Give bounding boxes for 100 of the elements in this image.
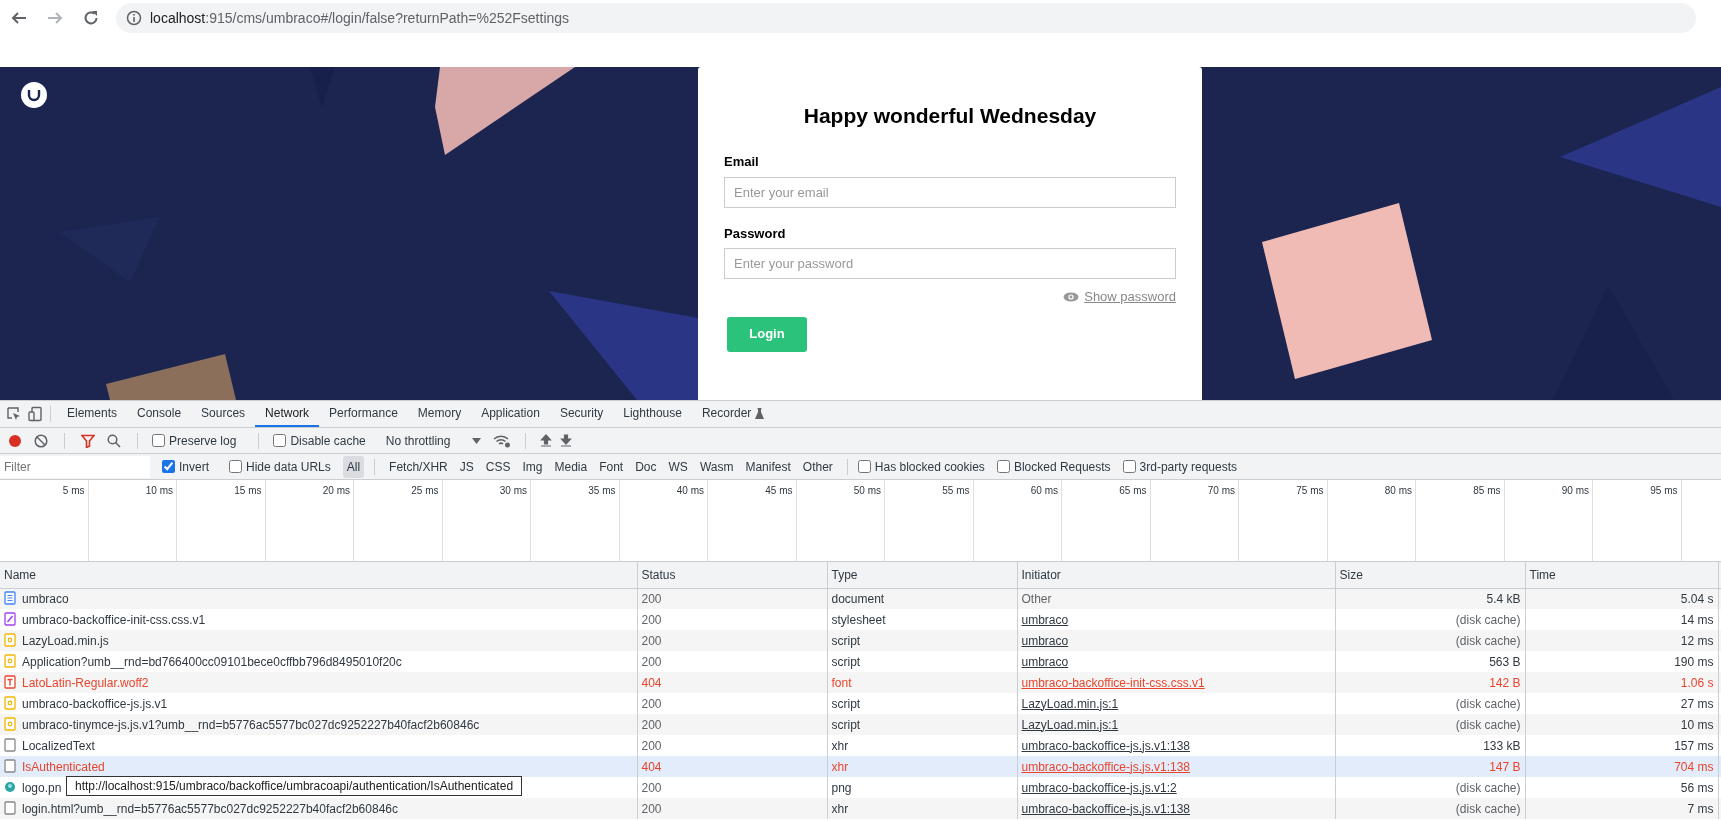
devtools-tab[interactable]: Console [127,401,192,427]
checkbox-label: Preserve log [169,432,237,450]
timeline-tick-label: 75 ms [1296,484,1324,498]
initiator-link[interactable]: umbraco [1021,654,1069,669]
column-header[interactable]: Time [1525,562,1718,588]
size-cell: (disk cache) [1335,798,1525,819]
timeline-tick-label: 50 ms [853,484,881,498]
initiator-link[interactable]: umbraco-backoffice-init-css.css.v1 [1021,675,1205,690]
field-label: Email [724,153,760,172]
initiator-link[interactable]: umbraco-backoffice-js.js.v1:138 [1021,801,1191,816]
download-icon[interactable] [560,434,573,447]
devtools-tab[interactable]: Lighthouse [613,401,692,427]
timeline-tick-label: 95 ms [1650,484,1678,498]
column-header[interactable]: Size [1335,562,1525,588]
checkbox[interactable] [162,460,175,473]
checkbox[interactable] [996,460,1010,473]
table-row[interactable]: umbraco-tinymce-js.js.v1?umb__rnd=b5776ac5577bc027dc9252227b40facf2b60846c 200 script LazyLoad.min.js:1 (disk cache) 10 ms [0,714,1721,735]
type-filter-button[interactable]: Manifest [741,455,795,478]
type-filter-button[interactable]: WS [664,455,692,478]
initiator-link[interactable]: LazyLoad.min.js:1 [1021,717,1119,732]
url-path: :915/cms/umbraco#/login/false?returnPath=%252Fsettings [205,9,570,26]
type-filter-button[interactable]: Font [595,455,628,478]
logo-icon [20,81,48,109]
timeline-tick-label: 80 ms [1384,484,1412,498]
devtools-tab[interactable]: Sources [191,401,256,427]
table-row[interactable]: login.html?umb__rnd=b5776ac5577bc027dc9252227b40facf2b60846c 200 xhr umbraco-backoffice-js.js.v1:138 (disk cache) 7 ms [0,798,1721,819]
timeline-tick-label: 85 ms [1473,484,1501,498]
checkbox-label: Invert [179,458,209,476]
checkbox-label: Disable cache [290,432,366,450]
filter-button[interactable] [79,433,97,448]
type-filter-button[interactable]: Other [798,455,837,478]
type-filter-button[interactable]: Media [550,455,592,478]
timeline-tick-label: 65 ms [1119,484,1147,498]
initiator-link[interactable]: LazyLoad.min.js:1 [1021,696,1119,711]
initiator-link[interactable]: umbraco-backoffice-js.js.v1:138 [1021,738,1191,753]
table-row[interactable]: LazyLoad.min.js 200 script umbraco (disk cache) 12 ms [0,630,1721,651]
type-filter-button[interactable]: Fetch/XHR [385,455,452,478]
column-header[interactable]: Type [827,562,1017,588]
initiator-link[interactable]: umbraco [1021,633,1069,648]
timeline-tick-label: 15 ms [234,484,262,498]
device-toolbar-icon[interactable] [28,406,44,422]
type-filter-button[interactable]: CSS [481,455,515,478]
info-icon[interactable] [126,10,142,26]
devtools-tab[interactable]: Memory [407,401,472,427]
inspect-icon[interactable] [6,406,22,422]
checkbox-label: 3rd-party requests [1139,458,1237,476]
type-filter-button[interactable]: Img [518,455,547,478]
timeline-tick-label: 35 ms [588,484,616,498]
timeline-tick-label: 10 ms [145,484,173,498]
devtools-tab[interactable]: Security [549,401,614,427]
timeline-tick-label: 5 ms [62,484,85,498]
show-password-link[interactable]: Show password [1063,287,1176,307]
caret-icon [472,437,482,444]
checkbox[interactable] [857,460,871,473]
timeline-tick-label: 25 ms [411,484,439,498]
search-button[interactable] [105,433,123,448]
type-cell: xhr [827,798,1017,819]
type-filter-button[interactable]: JS [455,455,478,478]
table-row[interactable]: LatoLatin-Regular.woff2 404 font umbraco-backoffice-init-css.css.v1 142 B 1.06 s [0,672,1721,693]
timeline-tick-label: 90 ms [1561,484,1589,498]
column-header[interactable]: Initiator [1017,562,1335,588]
time-cell: 7 ms [1525,798,1718,819]
column-header[interactable]: Status [637,562,827,588]
initiator-link[interactable]: umbraco [1021,612,1069,627]
record-button[interactable] [6,433,24,448]
table-row[interactable]: LocalizedText 200 xhr umbraco-backoffice-js.js.v1:138 133 kB 157 ms [0,735,1721,756]
eye-icon [1063,290,1080,303]
network-conditions-icon[interactable] [493,433,512,448]
password-field[interactable]: Enter your password [724,248,1176,280]
clear-icon [34,433,48,448]
field-label: Password [724,224,787,243]
type-filter-button[interactable]: All [342,455,365,478]
record-icon [8,433,22,448]
checkbox[interactable] [152,434,165,447]
address-bar[interactable]: localhost:915/cms/umbraco#/login/false?returnPath=%252Fsettings [116,3,1696,33]
throttling-dropdown[interactable]: No throttling [381,431,486,450]
checkbox-label: Has blocked cookies [874,458,985,476]
checkbox[interactable] [229,460,242,473]
table-row[interactable]: Application?umb__rnd=bd766400cc09101bece0cffbb796d8495010f20c 200 script umbraco 563 B 190 ms [0,651,1721,672]
checkbox[interactable] [1122,460,1136,473]
checkbox[interactable] [273,434,287,447]
devtools-tab[interactable]: Application [471,401,550,427]
clear-button[interactable] [32,433,50,448]
status-cell: 200 [637,798,827,819]
filter-field[interactable]: Filter [0,455,150,478]
table-row[interactable]: umbraco 200 document Other 5.4 kB 5.04 s [0,588,1721,609]
table-row[interactable]: umbraco-backoffice-init-css.css.v1 200 stylesheet umbraco (disk cache) 14 ms [0,609,1721,630]
devtools-tab[interactable]: Elements [57,401,128,427]
upload-icon[interactable] [540,434,553,447]
type-filter-button[interactable]: Doc [631,455,661,478]
checkbox-label: Hide data URLs [246,458,331,476]
column-header[interactable]: Name [0,562,637,588]
initiator-link[interactable]: umbraco-backoffice-js.js.v1:2 [1021,780,1177,795]
timeline-tick-label: 55 ms [942,484,970,498]
type-filter-button[interactable]: Wasm [695,455,738,478]
email-field[interactable]: Enter your email [724,176,1176,208]
table-row[interactable]: umbraco-backoffice-js.js.v1 200 script LazyLoad.min.js:1 (disk cache) 27 ms [0,693,1721,714]
checkbox-label: Blocked Requests [1013,458,1111,476]
devtools-tab[interactable]: Recorder [691,401,775,427]
devtools-tab[interactable]: Performance [319,401,408,427]
